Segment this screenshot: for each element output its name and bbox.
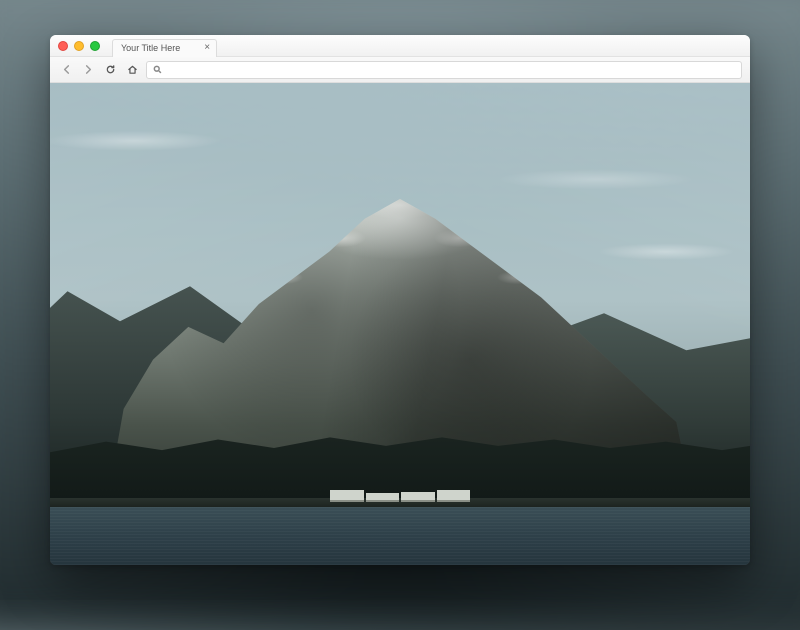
content-buildings [330,490,470,502]
close-tab-icon[interactable]: × [204,43,210,53]
arrow-left-icon [61,64,72,75]
window-titlebar: Your Title Here × [50,35,750,57]
window-controls [58,41,100,51]
content-lake [50,507,750,565]
minimize-window-button[interactable] [74,41,84,51]
close-window-button[interactable] [58,41,68,51]
search-icon [153,65,162,74]
reload-icon [105,64,116,75]
browser-tab[interactable]: Your Title Here × [112,39,217,57]
tab-title: Your Title Here [121,43,180,53]
browser-window: Your Title Here × [50,35,750,565]
browser-toolbar [50,57,750,83]
back-button[interactable] [58,62,74,78]
arrow-right-icon [83,64,94,75]
home-icon [127,64,138,75]
home-button[interactable] [124,62,140,78]
page-viewport [50,83,750,565]
forward-button[interactable] [80,62,96,78]
reload-button[interactable] [102,62,118,78]
address-bar[interactable] [146,61,742,79]
zoom-window-button[interactable] [90,41,100,51]
